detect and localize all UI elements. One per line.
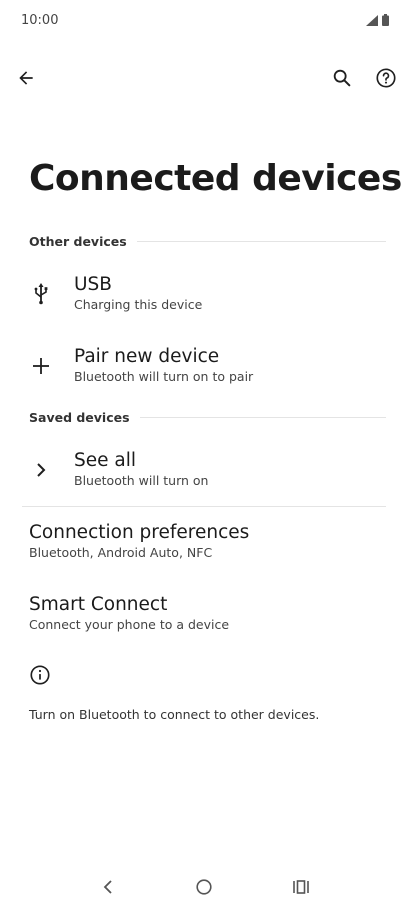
system-nav-bar [0,872,409,902]
list-item-connection-preferences[interactable]: Connection preferences Bluetooth, Androi… [0,516,409,572]
section-header-other-devices: Other devices [29,234,386,249]
help-button[interactable] [370,62,402,94]
nav-recents-button[interactable] [286,872,316,902]
usb-title: USB [74,274,112,295]
nav-home-icon [196,879,213,895]
chevron-right-icon [29,458,53,482]
list-item-see-all[interactable]: See all Bluetooth will turn on [0,444,409,502]
section-divider [139,417,386,418]
nav-home-button[interactable] [189,872,219,902]
section-header-saved-devices: Saved devices [29,410,386,425]
section-label: Saved devices [29,410,130,425]
nav-back-icon [103,880,112,894]
search-button[interactable] [326,62,358,94]
list-divider [22,506,386,507]
page-title: Connected devices [29,158,402,199]
smart-connect-subtitle: Connect your phone to a device [29,617,230,632]
see-all-subtitle: Bluetooth will turn on [74,473,209,488]
see-all-title: See all [74,450,137,471]
plus-icon [29,354,53,378]
pair-title: Pair new device [74,346,220,367]
connection-preferences-subtitle: Bluetooth, Android Auto, NFC [29,545,213,560]
list-item-pair-new-device[interactable]: Pair new device Bluetooth will turn on t… [0,340,409,400]
status-icons [366,14,389,26]
info-icon [29,664,51,690]
usb-subtitle: Charging this device [74,297,203,312]
list-item-usb[interactable]: USB Charging this device [0,268,409,328]
battery-icon [382,14,389,26]
search-icon [333,69,351,87]
back-arrow-icon [19,71,33,85]
signal-icon [366,14,378,26]
usb-icon [29,282,53,306]
list-item-smart-connect[interactable]: Smart Connect Connect your phone to a de… [0,588,409,644]
connection-preferences-title: Connection preferences [29,522,250,543]
nav-recents-icon [293,880,309,894]
section-divider [136,241,386,242]
info-text: Turn on Bluetooth to connect to other de… [29,707,320,722]
section-label: Other devices [29,234,127,249]
smart-connect-title: Smart Connect [29,594,168,615]
help-icon [376,68,396,88]
nav-back-button[interactable] [93,872,123,902]
status-time: 10:00 [21,13,59,28]
back-button[interactable] [10,62,42,94]
pair-subtitle: Bluetooth will turn on to pair [74,369,254,384]
